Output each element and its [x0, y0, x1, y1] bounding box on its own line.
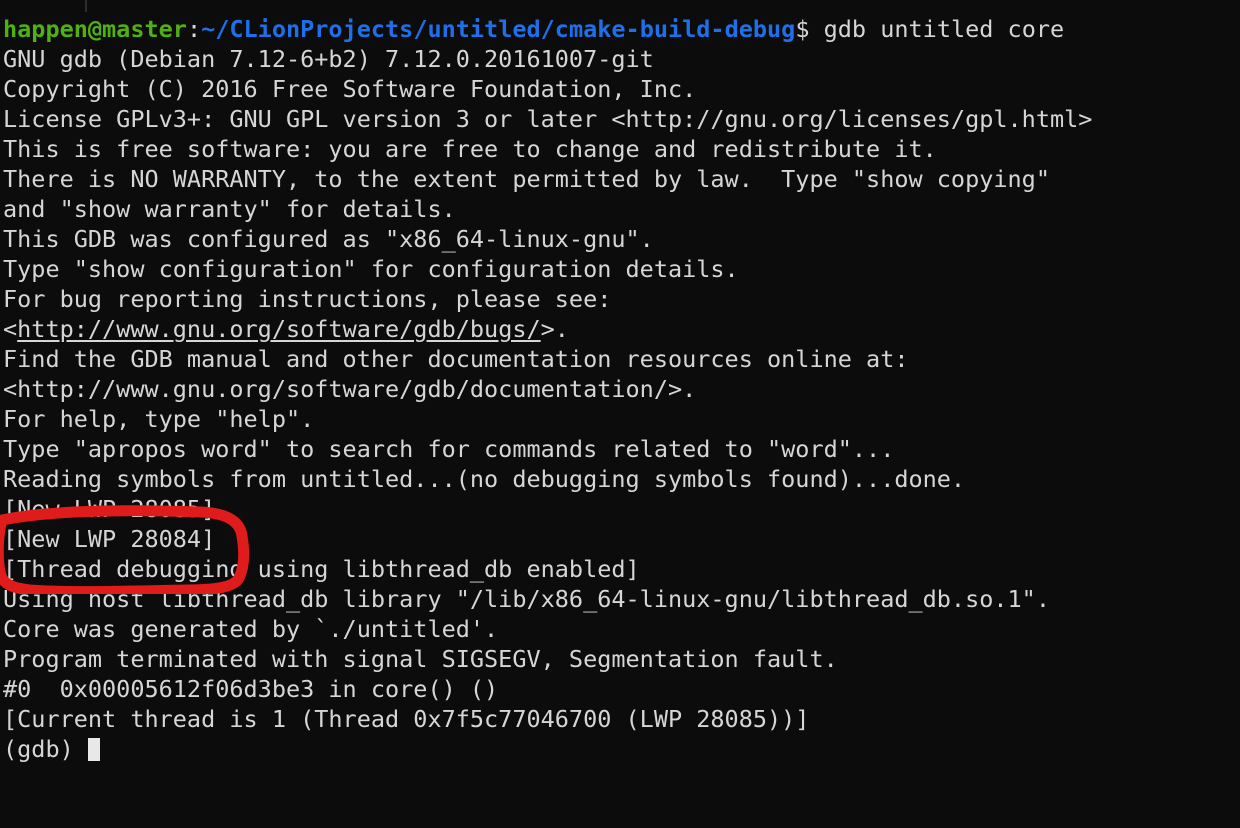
output-line: Using host libthread_db library "/lib/x8…	[3, 585, 1050, 613]
output-line: Copyright (C) 2016 Free Software Foundat…	[3, 75, 697, 103]
url-prefix: <	[3, 315, 18, 343]
output-line: [Thread debugging using libthread_db ena…	[3, 555, 640, 583]
prompt-path: ~/CLionProjects/untitled/cmake-build-deb…	[201, 15, 796, 43]
output-line: This GDB was configured as "x86_64-linux…	[3, 225, 654, 253]
terminal-window[interactable]: happen@master:~/CLionProjects/untitled/c…	[0, 0, 1240, 828]
bug-report-url-link[interactable]: http://www.gnu.org/software/gdb/bugs/	[17, 315, 540, 343]
block-cursor-icon	[87, 738, 100, 761]
output-line-frame-zero: #0 0x00005612f06d3be3 in core() ()	[3, 675, 499, 703]
prompt-sigil: $	[795, 15, 810, 43]
output-line: GNU gdb (Debian 7.12-6+b2) 7.12.0.201610…	[3, 45, 654, 73]
output-line-reading-symbols: Reading symbols from untitled...(no debu…	[3, 465, 966, 493]
scrollback-artifact	[85, 0, 87, 12]
output-line: There is NO WARRANTY, to the extent perm…	[3, 165, 1050, 193]
prompt-separator: :	[186, 15, 202, 43]
prompt-command: gdb untitled core	[809, 15, 1065, 43]
bug-report-url-line: <http://www.gnu.org/software/gdb/bugs/>.	[3, 314, 1240, 344]
gdb-prompt-label: (gdb)	[3, 735, 88, 763]
output-line: For bug reporting instructions, please s…	[3, 285, 612, 313]
shell-prompt-line: happen@master:~/CLionProjects/untitled/c…	[3, 14, 1240, 44]
output-line: <http://www.gnu.org/software/gdb/documen…	[3, 375, 697, 403]
output-line: Type "show configuration" for configurat…	[3, 255, 739, 283]
output-line-new-lwp-28084: [New LWP 28084]	[3, 525, 216, 553]
output-line: Find the GDB manual and other documentat…	[3, 345, 909, 373]
output-line: This is free software: you are free to c…	[3, 135, 937, 163]
prompt-user-host: happen@master	[3, 15, 187, 43]
output-line: Program terminated with signal SIGSEGV, …	[3, 645, 838, 673]
output-line: and "show warranty" for details.	[3, 195, 456, 223]
output-line-current-thread: [Current thread is 1 (Thread 0x7f5c77046…	[3, 705, 810, 733]
output-line: For help, type "help".	[3, 405, 315, 433]
output-line: Core was generated by `./untitled'.	[3, 615, 499, 643]
gdb-prompt-line[interactable]: (gdb)	[3, 734, 1240, 764]
url-suffix: >.	[540, 315, 569, 343]
output-line: Type "apropos word" to search for comman…	[3, 435, 895, 463]
output-line-new-lwp-28085: [New LWP 28085]	[3, 495, 216, 523]
output-line: License GPLv3+: GNU GPL version 3 or lat…	[3, 105, 1093, 133]
